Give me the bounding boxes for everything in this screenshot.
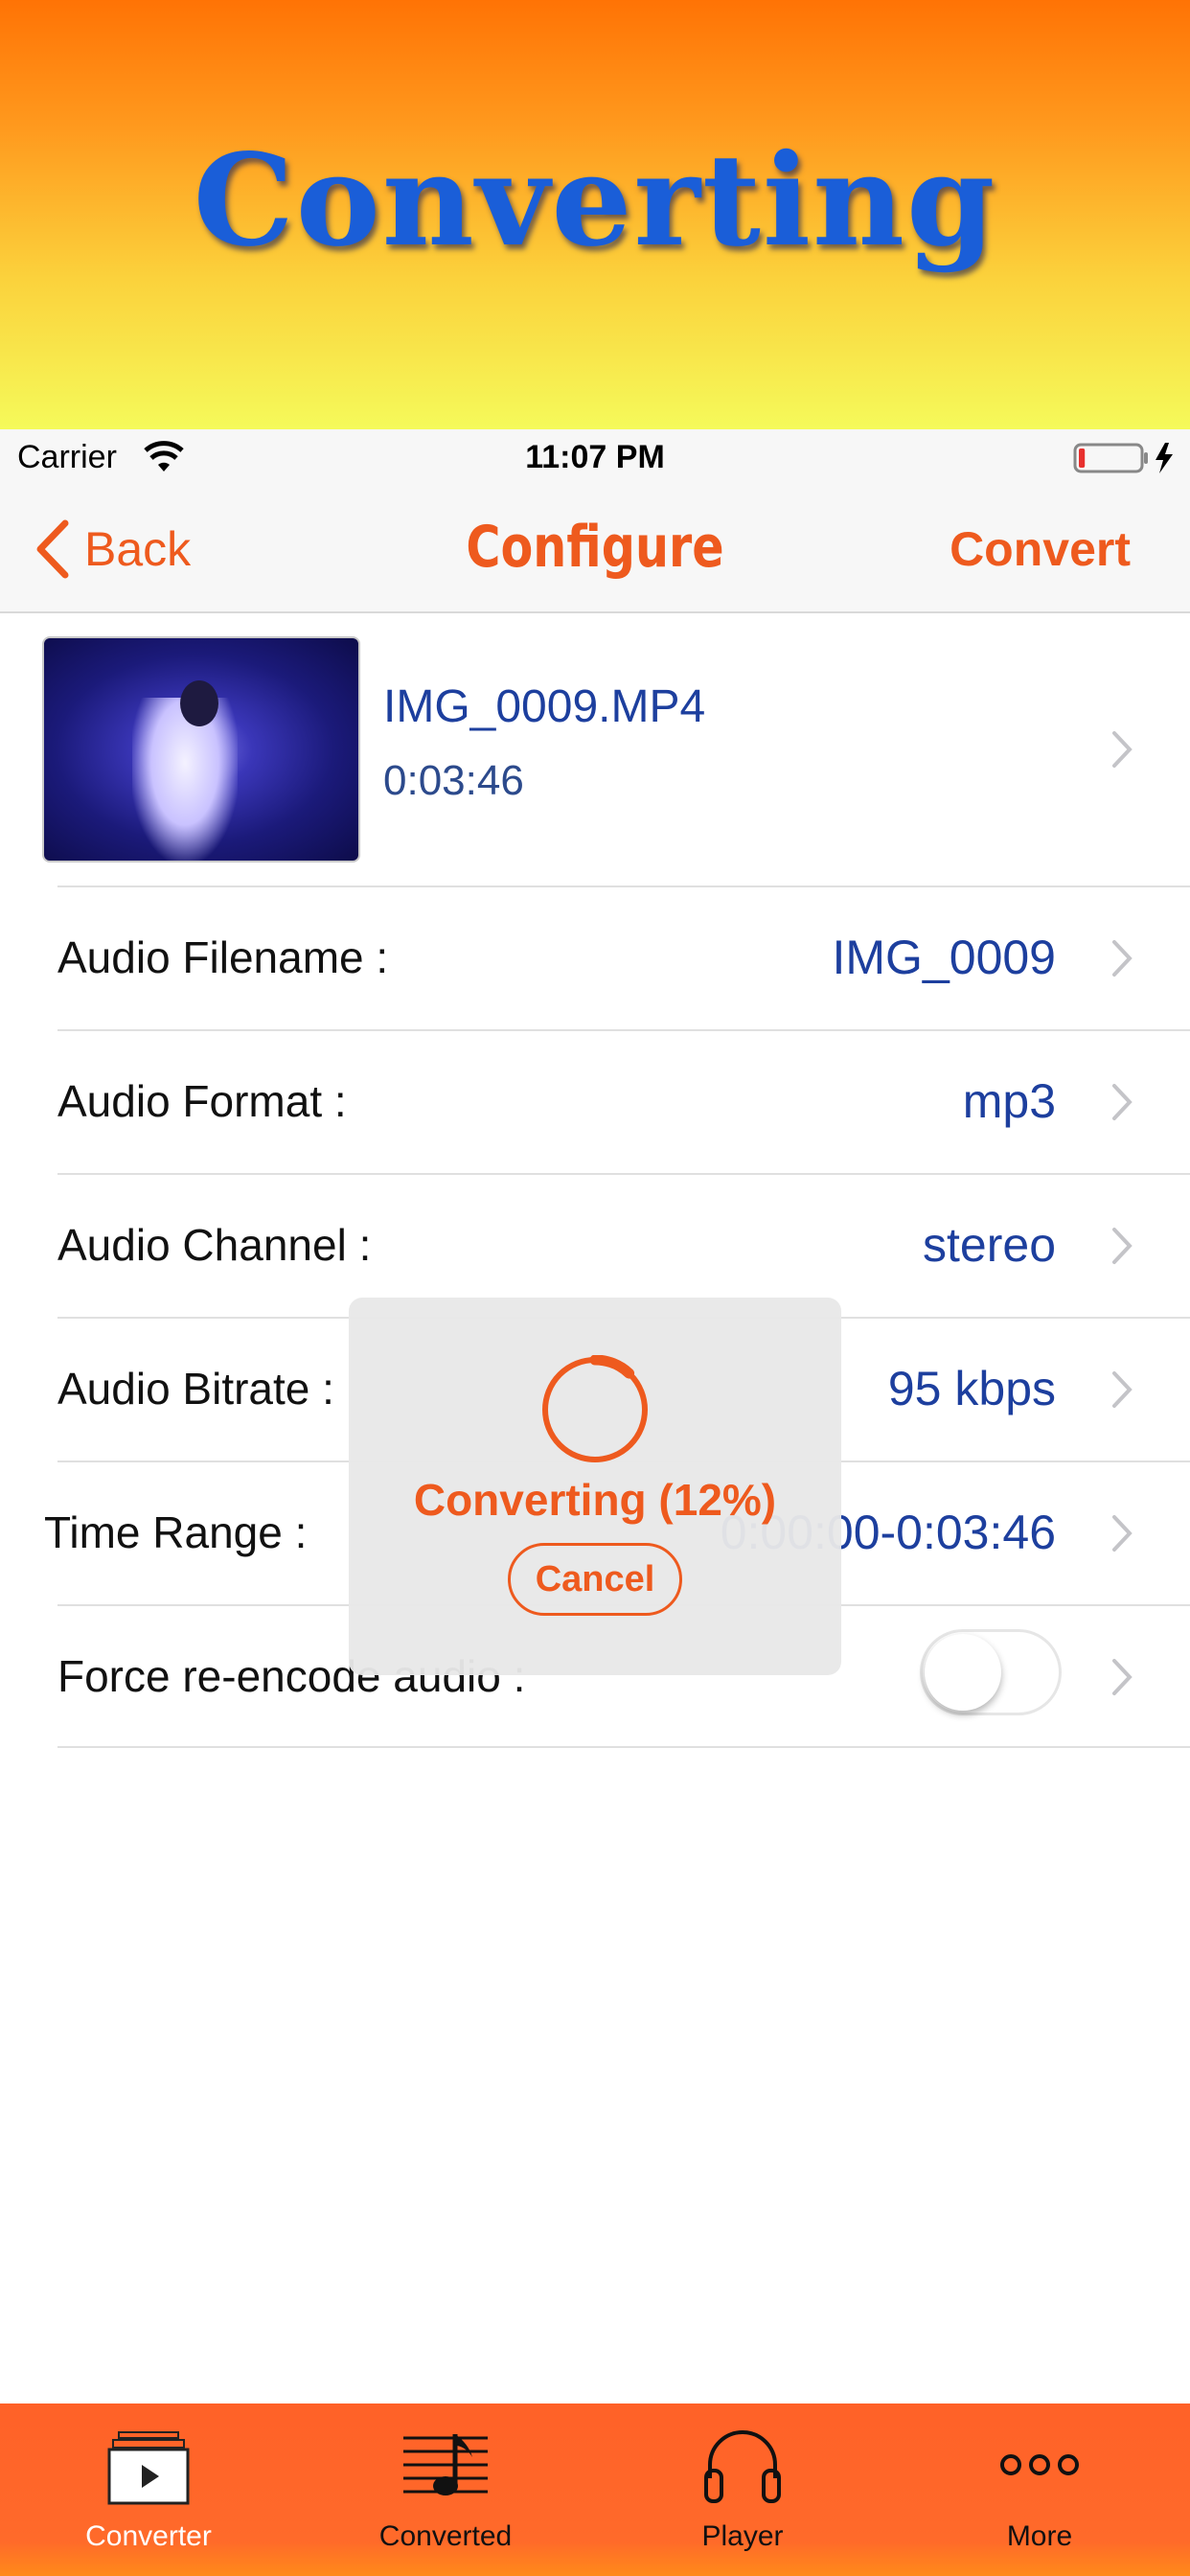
chevron-right-icon <box>1112 1659 1133 1695</box>
more-dots-icon <box>1000 2454 1079 2475</box>
chevron-left-icon <box>36 519 69 579</box>
chevron-right-icon <box>1112 1371 1133 1408</box>
page-title: Configure <box>466 514 724 581</box>
tab-label: More <box>1006 2520 1073 2552</box>
tab-label: Converted <box>378 2520 513 2552</box>
spinner-icon <box>542 1355 648 1462</box>
audio-bitrate-label: Audio Bitrate : <box>57 1364 334 1414</box>
battery-icon <box>1073 443 1173 473</box>
audio-channel-value: stereo <box>923 1218 1056 1272</box>
audio-bitrate-value: 95 kbps <box>887 1362 1056 1415</box>
audio-format-row[interactable]: Audio Format : mp3 <box>0 1029 1190 1173</box>
tab-label: Player <box>701 2520 784 2552</box>
audio-filename-row[interactable]: Audio Filename : IMG_0009 <box>0 886 1190 1029</box>
music-note-icon <box>403 2434 488 2496</box>
banner-title: Converting <box>193 126 997 275</box>
conversion-status: Converting (12%) <box>413 1475 777 1525</box>
tab-bar: Converter Converted Player More <box>0 2404 1190 2576</box>
audio-filename-label: Audio Filename : <box>57 932 389 982</box>
time-range-label: Time Range : <box>44 1507 308 1557</box>
headphones-icon <box>704 2430 781 2503</box>
convert-button[interactable]: Convert <box>950 521 1131 577</box>
file-duration: 0:03:46 <box>383 757 524 804</box>
chevron-right-icon <box>1112 731 1133 768</box>
cancel-button[interactable]: Cancel <box>508 1543 682 1616</box>
tab-label: Converter <box>85 2520 212 2552</box>
tab-converter[interactable]: Converter <box>0 2404 297 2576</box>
chevron-right-icon <box>1112 940 1133 977</box>
status-bar: Carrier 11:07 PM <box>0 429 1190 489</box>
audio-channel-label: Audio Channel : <box>57 1220 372 1270</box>
progress-hud: Converting (12%) Cancel <box>349 1298 841 1675</box>
video-thumbnail <box>42 636 360 862</box>
promo-banner: Converting <box>0 0 1190 429</box>
file-name: IMG_0009.MP4 <box>383 681 706 732</box>
tab-more[interactable]: More <box>891 2404 1188 2576</box>
chevron-right-icon <box>1112 1228 1133 1264</box>
audio-channel-row[interactable]: Audio Channel : stereo <box>0 1173 1190 1317</box>
tab-converted[interactable]: Converted <box>297 2404 594 2576</box>
audio-filename-value: IMG_0009 <box>832 931 1056 984</box>
tab-player[interactable]: Player <box>594 2404 891 2576</box>
audio-format-label: Audio Format : <box>57 1076 347 1126</box>
navigation-bar: Back Configure Convert <box>0 489 1190 613</box>
toggle-knob <box>925 1634 1001 1711</box>
audio-format-value: mp3 <box>962 1074 1056 1128</box>
divider <box>57 1746 1190 1748</box>
source-file-row[interactable]: IMG_0009.MP4 0:03:46 <box>0 613 1190 886</box>
clock: 11:07 PM <box>525 439 665 475</box>
chevron-right-icon <box>1112 1084 1133 1120</box>
chevron-right-icon <box>1112 1515 1133 1552</box>
video-play-icon <box>107 2431 190 2505</box>
force-reencode-toggle[interactable] <box>920 1629 1062 1715</box>
